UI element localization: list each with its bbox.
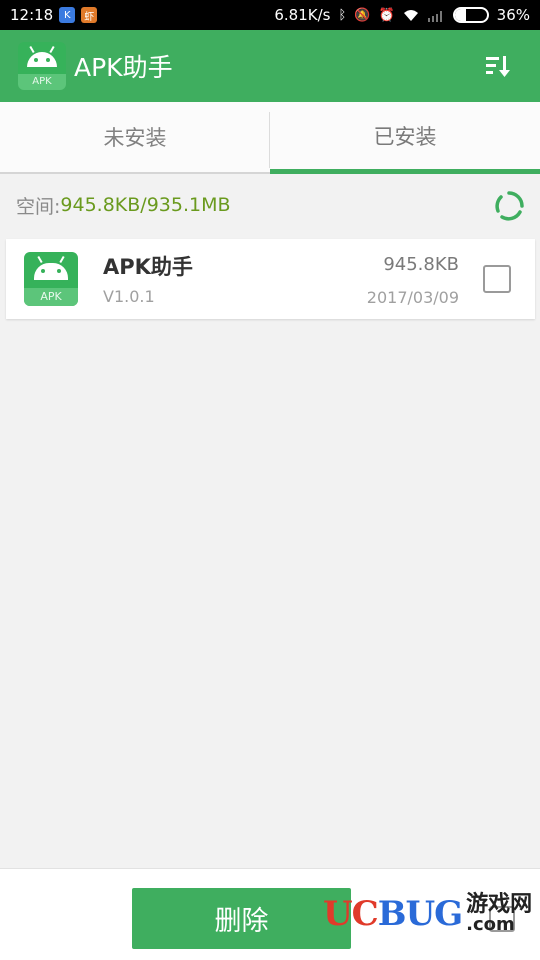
app-title: APK助手 — [74, 53, 173, 82]
tab-divider — [269, 112, 270, 168]
refresh-icon[interactable] — [493, 190, 525, 222]
network-speed: 6.81K/s — [274, 6, 331, 24]
watermark-text: 游戏网 .com — [466, 892, 533, 935]
status-right: 6.81K/s ᛒ 🔕 ⏰ 36% — [274, 6, 530, 24]
battery-percent: 36% — [496, 6, 530, 24]
app-bar: APK APK助手 — [0, 30, 540, 102]
signal-icon — [427, 10, 442, 22]
wifi-icon — [403, 9, 418, 21]
list-item[interactable]: APK APK助手 V1.0.1 945.8KB 2017/03/09 — [6, 239, 535, 319]
status-bar: 12:18 K 虾 6.81K/s ᛒ 🔕 ⏰ 36% — [0, 0, 540, 30]
k-app-icon: K — [59, 7, 76, 23]
mute-icon: 🔕 — [354, 7, 371, 23]
tab-bar: 未安装 已安装 — [0, 102, 540, 174]
sort-icon[interactable] — [484, 52, 512, 80]
status-left: 12:18 K 虾 — [10, 6, 98, 24]
apk-icon-label: APK — [24, 288, 78, 306]
watermark-brand: UCBUG — [323, 894, 463, 934]
bottom-bar: 删除 UCBUG 游戏网 .com — [0, 868, 540, 960]
battery-icon — [452, 7, 489, 23]
space-label: 空间: — [16, 195, 61, 218]
item-name: APK助手 — [103, 255, 193, 279]
item-checkbox[interactable] — [483, 265, 511, 293]
alarm-icon: ⏰ — [378, 7, 395, 23]
android-apk-icon: APK — [24, 252, 78, 306]
delete-button[interactable]: 删除 — [132, 888, 351, 949]
tab-not-installed[interactable]: 未安装 — [0, 102, 270, 174]
item-date: 2017/03/09 — [366, 288, 459, 307]
space-value: 945.8KB/935.1MB — [60, 194, 231, 216]
item-size: 945.8KB — [383, 254, 459, 275]
ucbug-watermark-logo: UCBUG 游戏网 .com — [323, 892, 533, 935]
notification-app-icon: 虾 — [81, 7, 98, 23]
bluetooth-icon: ᛒ — [338, 7, 347, 23]
apk-icon-label: APK — [18, 74, 66, 90]
item-version: V1.0.1 — [103, 287, 155, 306]
android-apk-icon: APK — [18, 42, 66, 90]
storage-space-row: 空间: 945.8KB/935.1MB — [0, 174, 540, 236]
status-time: 12:18 — [10, 6, 54, 24]
tab-installed[interactable]: 已安装 — [270, 102, 540, 174]
